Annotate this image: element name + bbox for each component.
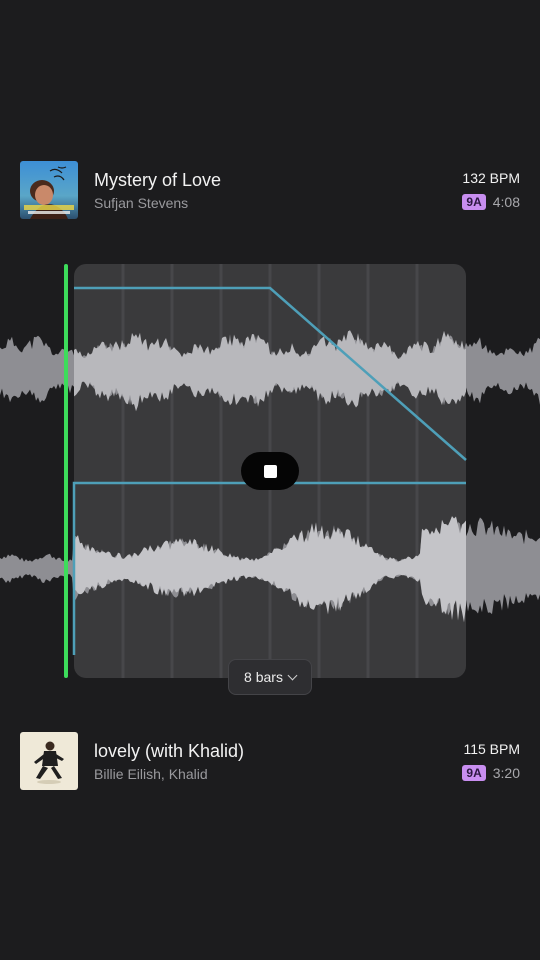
beat-line xyxy=(170,264,174,678)
track-meta: 9A 4:08 xyxy=(462,194,520,210)
beat-line xyxy=(219,264,223,678)
track-artist: Billie Eilish, Khalid xyxy=(94,766,208,782)
track-title: Mystery of Love xyxy=(94,170,222,190)
track-row-outgoing[interactable]: Mystery of Love Sufjan Stevens 132 BPM 9… xyxy=(20,161,520,219)
playhead[interactable] xyxy=(64,264,68,678)
track-duration: 4:08 xyxy=(492,194,520,210)
chevron-down-icon xyxy=(287,670,298,680)
beat-line xyxy=(121,264,125,678)
mix-transition-screen: Mystery of Love Sufjan Stevens 132 BPM 9… xyxy=(0,0,540,960)
beat-line xyxy=(317,264,321,678)
track-row-incoming[interactable]: lovely (with Khalid) Billie Eilish, Khal… xyxy=(20,732,520,790)
album-art-lovely xyxy=(20,732,78,790)
key-badge: 9A xyxy=(462,194,486,210)
track-artist: Sufjan Stevens xyxy=(94,195,189,211)
key-badge: 9A xyxy=(462,765,486,781)
bars-length-label: 8 bars xyxy=(244,669,283,685)
beat-line xyxy=(415,264,419,678)
transition-editor[interactable]: 8 bars xyxy=(0,255,540,705)
bars-length-dropdown[interactable]: 8 bars xyxy=(228,659,312,695)
stop-icon xyxy=(263,464,277,478)
track-duration: 3:20 xyxy=(492,765,520,781)
track-meta: 9A 3:20 xyxy=(462,765,520,781)
track-title: lovely (with Khalid) xyxy=(94,741,245,761)
album-art-mystery-of-love xyxy=(20,161,78,219)
track-bpm: 115 BPM xyxy=(463,741,520,757)
stop-button[interactable] xyxy=(241,452,299,490)
beat-line xyxy=(366,264,370,678)
track-bpm: 132 BPM xyxy=(462,170,520,186)
